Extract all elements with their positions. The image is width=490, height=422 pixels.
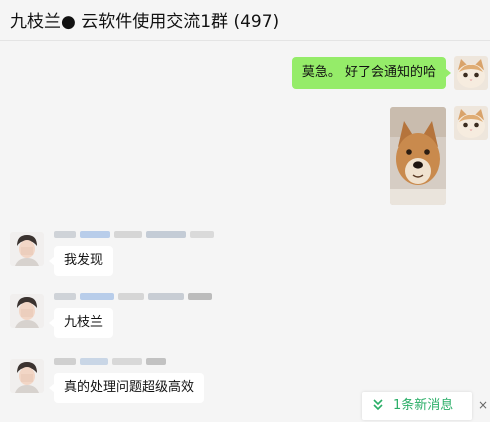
self-avatar-cat[interactable] [454, 106, 488, 140]
sender-avatar[interactable] [10, 232, 44, 266]
close-icon[interactable]: × [478, 398, 488, 412]
chat-header: 九枝兰● 云软件使用交流1群 (497) [0, 0, 490, 41]
incoming-message-bubble[interactable]: 真的处理问题超级高效 [48, 373, 205, 403]
new-messages-notice[interactable]: 1条新消息 [362, 392, 472, 420]
sender-name-redacted [54, 228, 219, 240]
sender-name-redacted [54, 355, 219, 367]
sender-avatar[interactable] [10, 359, 44, 393]
new-messages-label: 1条新消息 [393, 398, 454, 413]
outgoing-message-bubble[interactable]: 莫急。 好了会通知的哈 [291, 57, 452, 89]
self-avatar-cat[interactable] [454, 56, 488, 90]
double-chevron-down-icon [372, 397, 384, 413]
incoming-message-bubble[interactable]: 我发现 [48, 246, 114, 276]
sender-avatar[interactable] [10, 294, 44, 328]
incoming-message-bubble[interactable]: 九枝兰 [48, 308, 114, 338]
chat-title[interactable]: 九枝兰● 云软件使用交流1群 (497) [10, 7, 279, 32]
sender-name-redacted [54, 290, 219, 302]
dog-photo-message[interactable] [390, 107, 446, 205]
